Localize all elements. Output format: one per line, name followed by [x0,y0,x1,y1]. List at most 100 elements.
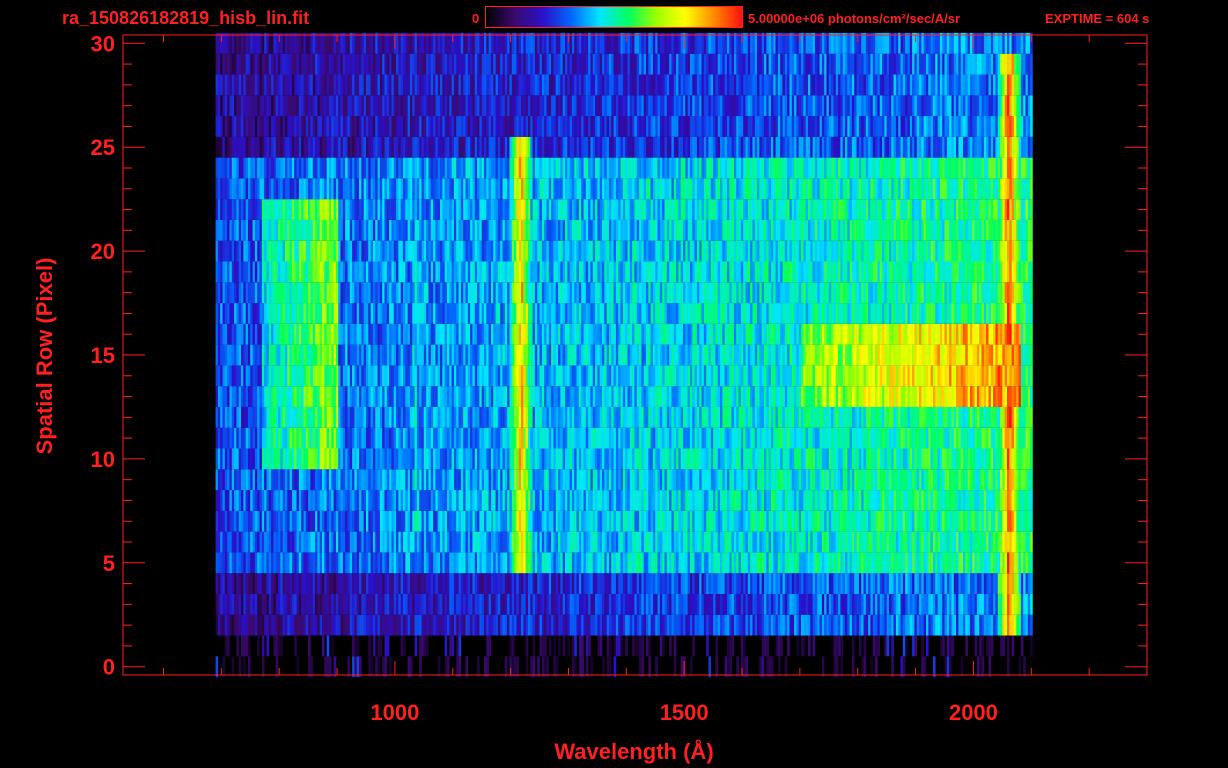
heatmap-cell [703,469,707,491]
heatmap-cell [659,469,663,491]
heatmap-cell [979,573,982,594]
heatmap-cell [234,344,237,366]
heatmap-cell [565,365,568,387]
heatmap-cell [909,469,913,491]
heatmap-cell [629,531,633,553]
heatmap-cell [585,510,589,532]
heatmap-cell [951,448,955,470]
heatmap-cell [215,344,219,366]
heatmap-cell [875,531,878,553]
heatmap-cell [537,490,540,511]
heatmap-cell [416,614,420,636]
heatmap-cell [833,406,837,428]
heatmap-cell [523,593,526,615]
heatmap-cell [770,448,774,470]
heatmap-cell [715,510,719,532]
heatmap-cell [784,490,788,511]
heatmap-cell [983,427,987,449]
heatmap-cell [372,365,376,387]
heatmap-cell [294,573,297,594]
heatmap-cell [713,448,716,470]
heatmap-cell [597,635,601,657]
heatmap-cell [421,573,425,594]
heatmap-cell [699,386,702,407]
heatmap-cell [322,510,325,532]
heatmap-cell [703,490,707,511]
heatmap-cell [613,573,617,594]
heatmap-cell [655,448,658,470]
heatmap-cell [951,593,955,615]
heatmap-cell [257,427,260,449]
heatmap-cell [967,593,971,615]
heatmap-cell [370,490,374,511]
heatmap-cell [470,344,473,366]
heatmap-cell [951,510,955,532]
heatmap-cell [280,469,283,491]
heatmap-cell [446,552,450,574]
heatmap-cell [435,510,439,532]
heatmap-cell [352,448,355,470]
heatmap-cell [715,552,719,574]
heatmap-cell [382,531,385,553]
heatmap-cell [942,510,945,532]
heatmap-cell [407,531,411,553]
heatmap-cell [620,635,624,657]
heatmap-cell [530,593,533,615]
heatmap-cell [555,427,559,449]
heatmap-cell [532,406,536,428]
heatmap-cell [986,406,989,428]
heatmap-cell [215,510,219,532]
heatmap-cell [666,365,670,387]
heatmap-cell [951,490,955,511]
heatmap-cell [523,552,526,574]
heatmap-cell [509,344,513,366]
heatmap-cell [930,573,934,594]
heatmap-cell [939,406,943,428]
heatmap-cell [699,573,702,594]
heatmap-cell [379,448,383,470]
heatmap-cell [953,552,957,574]
heatmap-cell [250,593,253,615]
heatmap-cell [555,531,559,553]
heatmap-cell [840,365,843,387]
heatmap-cell [345,469,348,491]
heatmap-cell [898,552,901,574]
heatmap-cell [976,490,980,511]
heatmap-cell [726,365,730,387]
heatmap-cell [541,427,545,449]
heatmap-cell [525,406,529,428]
heatmap-cell [1011,365,1015,387]
heatmap-cell [858,427,862,449]
heatmap-cell [761,469,765,491]
heatmap-cell [710,365,714,387]
heatmap-cell [250,490,253,511]
heatmap-cell [750,386,753,407]
heatmap-cell [294,448,297,470]
heatmap-cell [352,490,355,511]
heatmap-cell [951,635,955,657]
heatmap-cell [319,448,323,470]
heatmap-cell [382,386,385,407]
heatmap-cell [694,365,698,387]
heatmap-cell [833,531,837,553]
heatmap-cell [849,448,853,470]
heatmap-cell [444,365,448,387]
heatmap-cell [893,510,897,532]
heatmap-cell [252,406,256,428]
heatmap-cell [986,427,989,449]
heatmap-cell [481,448,485,470]
heatmap-cell [414,635,418,657]
heatmap-cell [898,406,901,428]
heatmap-cell [271,448,274,470]
heatmap-cell [798,573,802,594]
heatmap-cell [743,406,746,428]
heatmap-cell [835,427,839,449]
heatmap-cell [412,427,415,449]
heatmap-cell [352,573,355,594]
heatmap-cell [965,469,968,491]
heatmap-cell [558,531,561,553]
heatmap-cell [606,531,610,553]
heatmap-cell [979,490,982,511]
heatmap-cell [997,593,1001,615]
heatmap-cell [833,614,837,636]
